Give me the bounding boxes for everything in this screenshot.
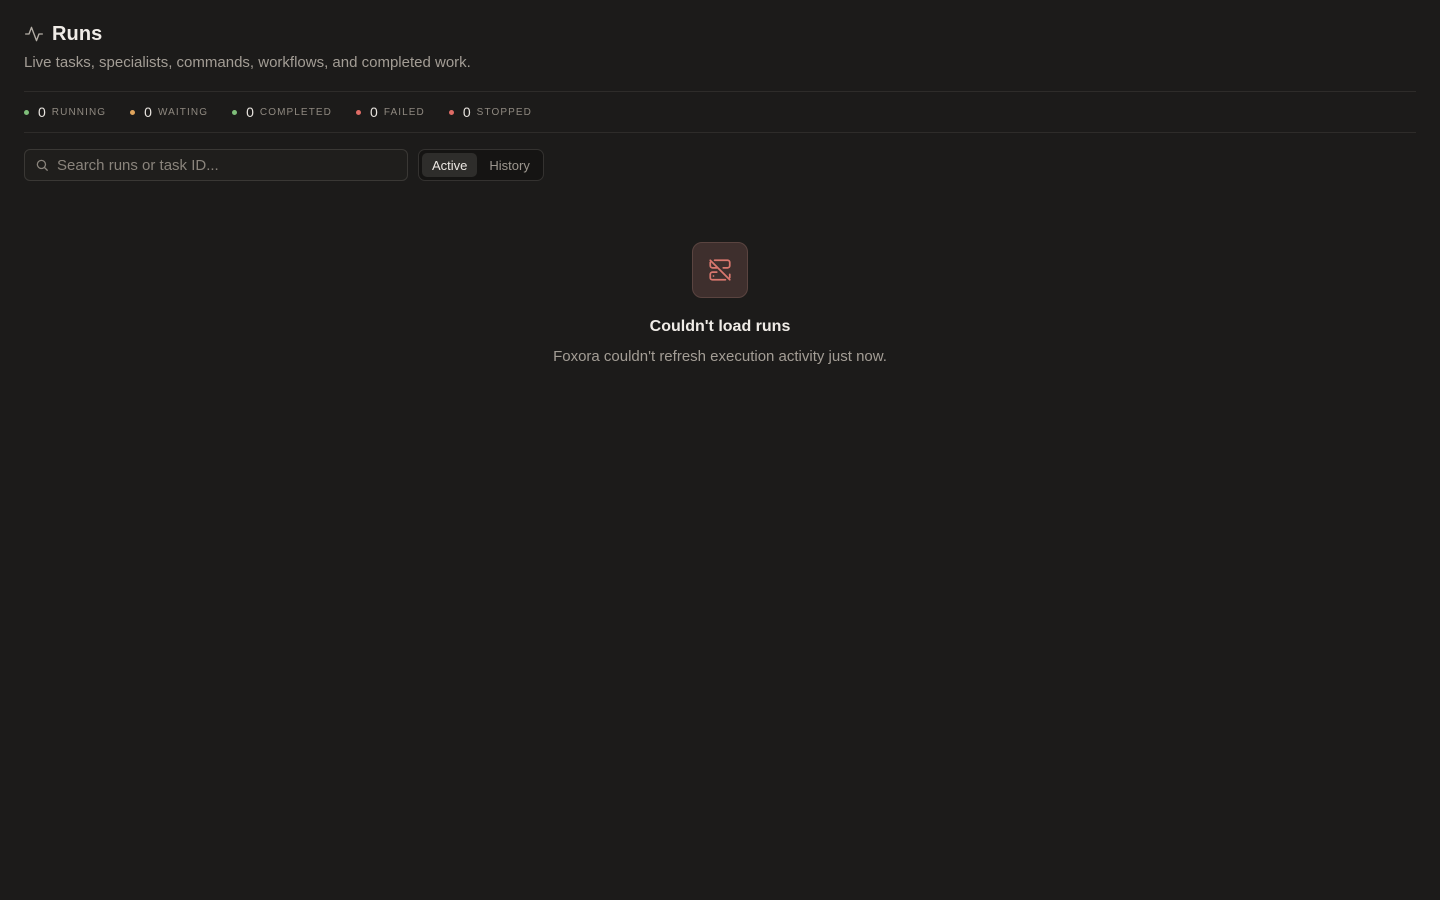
search-input[interactable] [57, 156, 397, 174]
page-header: Runs Live tasks, specialists, commands, … [24, 0, 1416, 91]
stat-stopped: 0 Stopped [448, 104, 532, 120]
stat-label: Completed [259, 106, 333, 118]
stat-running: 0 Running [24, 104, 106, 120]
stat-label: Waiting [157, 106, 209, 118]
status-dot [130, 109, 136, 115]
stat-count: 0 [370, 104, 378, 120]
status-dot [24, 109, 29, 115]
view-toggle: Active History [418, 149, 544, 181]
stat-waiting: 0 Waiting [130, 104, 208, 120]
stat-count: 0 [38, 104, 46, 120]
stat-label: Running [51, 106, 107, 118]
search-box[interactable] [24, 149, 408, 181]
empty-state: Couldn't load runs Foxora couldn't refre… [0, 242, 1440, 365]
status-dot [448, 109, 454, 115]
stat-label: Failed [383, 106, 425, 118]
page-subtitle: Live tasks, specialists, commands, workf… [24, 54, 471, 71]
stat-label: Stopped [476, 106, 532, 118]
tab-active[interactable]: Active [422, 153, 478, 177]
stat-failed: 0 Failed [356, 104, 425, 120]
empty-state-title: Couldn't load runs [649, 318, 791, 335]
stat-count: 0 [144, 104, 152, 120]
toolbar: Active History [24, 149, 1416, 181]
activity-icon [24, 24, 44, 44]
stat-count: 0 [462, 104, 471, 120]
tab-history[interactable]: History [479, 153, 539, 177]
page-title: Runs [52, 22, 103, 45]
status-dot [356, 109, 362, 115]
stat-completed: 0 Completed [232, 104, 332, 120]
status-dot [232, 109, 238, 115]
runs-page: Runs Live tasks, specialists, commands, … [0, 0, 1440, 900]
empty-state-description: Foxora couldn't refresh execution activi… [553, 348, 887, 365]
stats-divider [24, 132, 1416, 133]
stat-count: 0 [246, 104, 254, 120]
title-row: Runs [24, 22, 1416, 46]
search-icon [35, 158, 49, 172]
status-summary: 0 Running 0 Waiting 0 Completed 0 Failed… [24, 92, 1416, 132]
server-off-icon [692, 242, 748, 298]
